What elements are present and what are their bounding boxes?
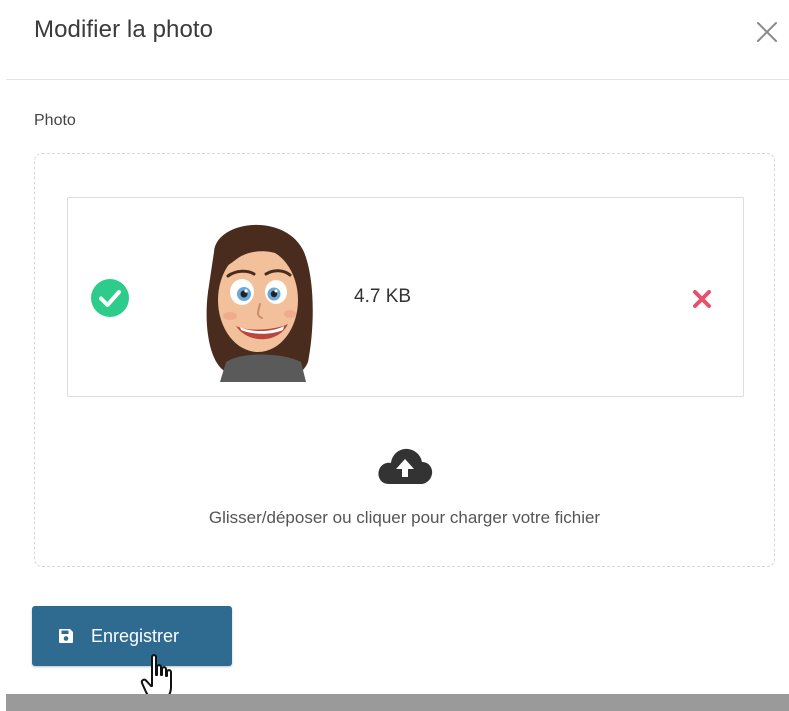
avatar-thumbnail bbox=[206, 224, 313, 382]
file-size-label: 4.7 KB bbox=[354, 286, 412, 307]
dialog-bottom-bar bbox=[6, 694, 789, 711]
save-button[interactable]: Enregistrer bbox=[32, 606, 232, 666]
close-button[interactable] bbox=[753, 18, 781, 46]
check-circle-icon bbox=[91, 279, 129, 317]
photo-field-label: Photo bbox=[34, 112, 76, 129]
remove-file-icon[interactable] bbox=[691, 288, 713, 310]
close-icon bbox=[757, 22, 777, 42]
dialog-header: Modifier la photo bbox=[6, 0, 789, 80]
floppy-disk-icon bbox=[59, 629, 73, 643]
save-button-label: Enregistrer bbox=[91, 625, 180, 646]
edit-photo-dialog: Modifier la photo Photo 4.7 KB Glisser/d… bbox=[0, 0, 789, 711]
dialog-title: Modifier la photo bbox=[34, 16, 214, 43]
file-dropzone[interactable]: 4.7 KB Glisser/déposer ou cliquer pour c… bbox=[34, 153, 775, 567]
cloud-upload-icon bbox=[378, 448, 433, 484]
uploaded-file-card: 4.7 KB bbox=[67, 197, 744, 397]
upload-hint-text: Glisser/déposer ou cliquer pour charger … bbox=[208, 508, 601, 527]
